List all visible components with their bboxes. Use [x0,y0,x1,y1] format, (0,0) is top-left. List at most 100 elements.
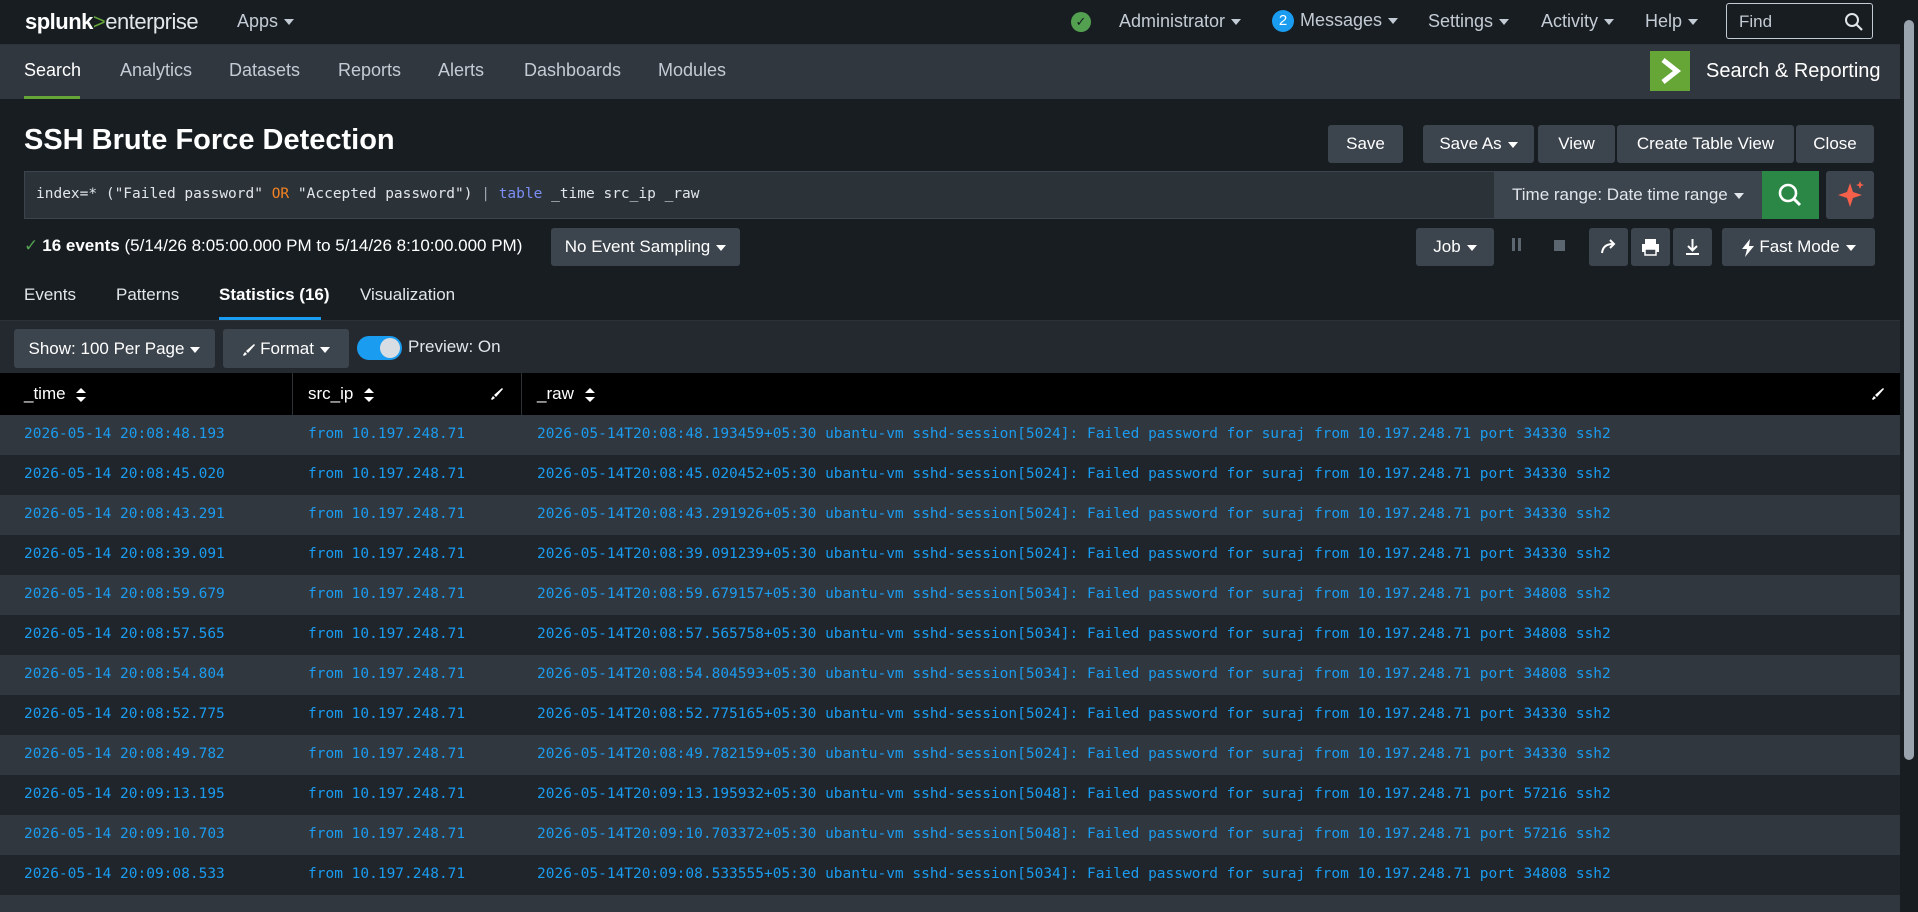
scrollbar-thumb[interactable] [1904,20,1914,760]
cell-time[interactable]: 2026-05-14 20:08:54.804 [24,666,225,682]
table-row[interactable]: 2026-05-14 20:08:54.804 from 10.197.248.… [0,655,1900,695]
view-button[interactable]: View [1538,125,1615,163]
cell-raw[interactable]: 2026-05-14T20:09:13.195932+05:30 ubantu-… [537,786,1611,802]
cell-raw[interactable]: 2026-05-14T20:08:57.565758+05:30 ubantu-… [537,626,1611,642]
cell-raw[interactable]: 2026-05-14T20:09:08.533555+05:30 ubantu-… [537,866,1611,882]
cell-raw[interactable]: 2026-05-14T20:08:54.804593+05:30 ubantu-… [537,666,1611,682]
apps-menu[interactable]: Apps [237,11,295,32]
app-nav-modules[interactable]: Modules [658,60,726,81]
table-row[interactable]: 2026-05-14 20:08:45.020 from 10.197.248.… [0,455,1900,495]
cell-src-ip[interactable]: from 10.197.248.71 [308,866,465,882]
column-header-time[interactable]: _time [24,384,87,404]
brush-icon[interactable] [490,387,504,401]
share-button[interactable] [1589,228,1628,266]
table-row[interactable]: 2026-05-14 20:09:13.195 from 10.197.248.… [0,775,1900,815]
brush-icon[interactable] [1871,387,1885,401]
cell-src-ip[interactable]: from 10.197.248.71 [308,746,465,762]
user-menu[interactable]: Administrator [1119,11,1242,32]
find-input[interactable]: Find [1726,3,1873,39]
page-size-label: Show: 100 Per Page [28,339,185,358]
cell-raw[interactable]: 2026-05-14T20:08:52.775165+05:30 ubantu-… [537,706,1611,722]
event-sampling-dropdown[interactable]: No Event Sampling [551,228,740,266]
search-app-icon[interactable] [1650,51,1690,91]
cell-time[interactable]: 2026-05-14 20:08:57.565 [24,626,225,642]
app-nav-dashboards[interactable]: Dashboards [524,60,621,81]
print-button[interactable] [1631,228,1670,266]
cell-raw[interactable]: 2026-05-14T20:08:59.679157+05:30 ubantu-… [537,586,1611,602]
cell-src-ip[interactable]: from 10.197.248.71 [308,506,465,522]
cell-time[interactable]: 2026-05-14 20:08:48.193 [24,426,225,442]
stop-icon[interactable] [1554,240,1565,251]
ai-assistant-button[interactable] [1826,171,1874,219]
time-range-picker[interactable]: Time range: Date time range [1495,171,1762,219]
column-header-raw[interactable]: _raw [537,384,595,404]
cell-time[interactable]: 2026-05-14 20:08:49.782 [24,746,225,762]
tab-statistics[interactable]: Statistics (16) [219,285,330,305]
cell-raw[interactable]: 2026-05-14T20:08:45.020452+05:30 ubantu-… [537,466,1611,482]
cell-src-ip[interactable]: from 10.197.248.71 [308,586,465,602]
activity-menu[interactable]: Activity [1541,11,1615,32]
table-row[interactable]: 2026-05-14 20:09:08.533 from 10.197.248.… [0,855,1900,895]
cell-time[interactable]: 2026-05-14 20:08:59.679 [24,586,225,602]
export-button[interactable] [1673,228,1712,266]
lightning-icon [1742,238,1755,257]
create-table-view-button[interactable]: Create Table View [1617,125,1794,163]
column-header-src-ip[interactable]: src_ip [308,384,375,404]
cell-src-ip[interactable]: from 10.197.248.71 [308,546,465,562]
app-nav-reports[interactable]: Reports [338,60,401,81]
app-nav-datasets[interactable]: Datasets [229,60,300,81]
search-mode-dropdown[interactable]: Fast Mode [1722,228,1875,266]
app-nav-alerts[interactable]: Alerts [438,60,484,81]
cell-src-ip[interactable]: from 10.197.248.71 [308,426,465,442]
pause-icon[interactable] [1512,238,1522,254]
format-dropdown[interactable]: Format [223,329,349,368]
cell-time[interactable]: 2026-05-14 20:08:45.020 [24,466,225,482]
cell-time[interactable]: 2026-05-14 20:08:39.091 [24,546,225,562]
cell-src-ip[interactable]: from 10.197.248.71 [308,786,465,802]
cell-time[interactable]: 2026-05-14 20:09:13.195 [24,786,225,802]
splunk-logo[interactable]: splunk>enterprise [25,9,199,35]
close-button[interactable]: Close [1796,125,1874,163]
search-query-input[interactable]: index=* ("Failed password" OR "Accepted … [24,171,1495,219]
cell-src-ip[interactable]: from 10.197.248.71 [308,826,465,842]
cell-time[interactable]: 2026-05-14 20:09:10.703 [24,826,225,842]
table-row[interactable]: 2026-05-14 20:08:39.091 from 10.197.248.… [0,535,1900,575]
page-size-dropdown[interactable]: Show: 100 Per Page [14,329,215,368]
cell-src-ip[interactable]: from 10.197.248.71 [308,666,465,682]
preview-toggle[interactable] [357,336,402,360]
app-nav-analytics[interactable]: Analytics [120,60,192,81]
cell-time[interactable]: 2026-05-14 20:08:52.775 [24,706,225,722]
job-menu-button[interactable]: Job [1416,228,1494,266]
save-as-button[interactable]: Save As [1423,125,1534,163]
cell-time[interactable]: 2026-05-14 20:09:08.533 [24,866,225,882]
cell-raw[interactable]: 2026-05-14T20:08:39.091239+05:30 ubantu-… [537,546,1611,562]
run-search-button[interactable] [1762,171,1819,219]
table-row[interactable]: 2026-05-14 20:09:10.703 from 10.197.248.… [0,815,1900,855]
table-row[interactable]: 2026-05-14 20:08:43.291 from 10.197.248.… [0,495,1900,535]
settings-menu[interactable]: Settings [1428,11,1510,32]
tab-events[interactable]: Events [24,285,76,305]
cell-src-ip[interactable]: from 10.197.248.71 [308,706,465,722]
cell-time[interactable]: 2026-05-14 20:08:43.291 [24,506,225,522]
tab-patterns[interactable]: Patterns [116,285,179,305]
column-divider[interactable] [521,373,522,415]
column-divider[interactable] [292,373,293,415]
check-circle-icon[interactable]: ✓ [1071,12,1091,32]
cell-raw[interactable]: 2026-05-14T20:09:10.703372+05:30 ubantu-… [537,826,1611,842]
cell-src-ip[interactable]: from 10.197.248.71 [308,466,465,482]
cell-src-ip[interactable]: from 10.197.248.71 [308,626,465,642]
table-row[interactable]: 2026-05-14 20:08:57.565 from 10.197.248.… [0,615,1900,655]
cell-raw[interactable]: 2026-05-14T20:08:49.782159+05:30 ubantu-… [537,746,1611,762]
app-nav-search[interactable]: Search [24,60,81,81]
app-title[interactable]: Search & Reporting [1706,60,1881,83]
help-menu[interactable]: Help [1645,11,1699,32]
save-button[interactable]: Save [1328,125,1403,163]
table-row[interactable]: 2026-05-14 20:08:49.782 from 10.197.248.… [0,735,1900,775]
table-row[interactable]: 2026-05-14 20:08:59.679 from 10.197.248.… [0,575,1900,615]
table-row[interactable]: 2026-05-14 20:08:52.775 from 10.197.248.… [0,695,1900,735]
table-row[interactable]: 2026-05-14 20:08:48.193 from 10.197.248.… [0,415,1900,455]
messages-menu[interactable]: 2 Messages [1272,10,1399,33]
cell-raw[interactable]: 2026-05-14T20:08:48.193459+05:30 ubantu-… [537,426,1611,442]
cell-raw[interactable]: 2026-05-14T20:08:43.291926+05:30 ubantu-… [537,506,1611,522]
tab-visualization[interactable]: Visualization [360,285,455,305]
